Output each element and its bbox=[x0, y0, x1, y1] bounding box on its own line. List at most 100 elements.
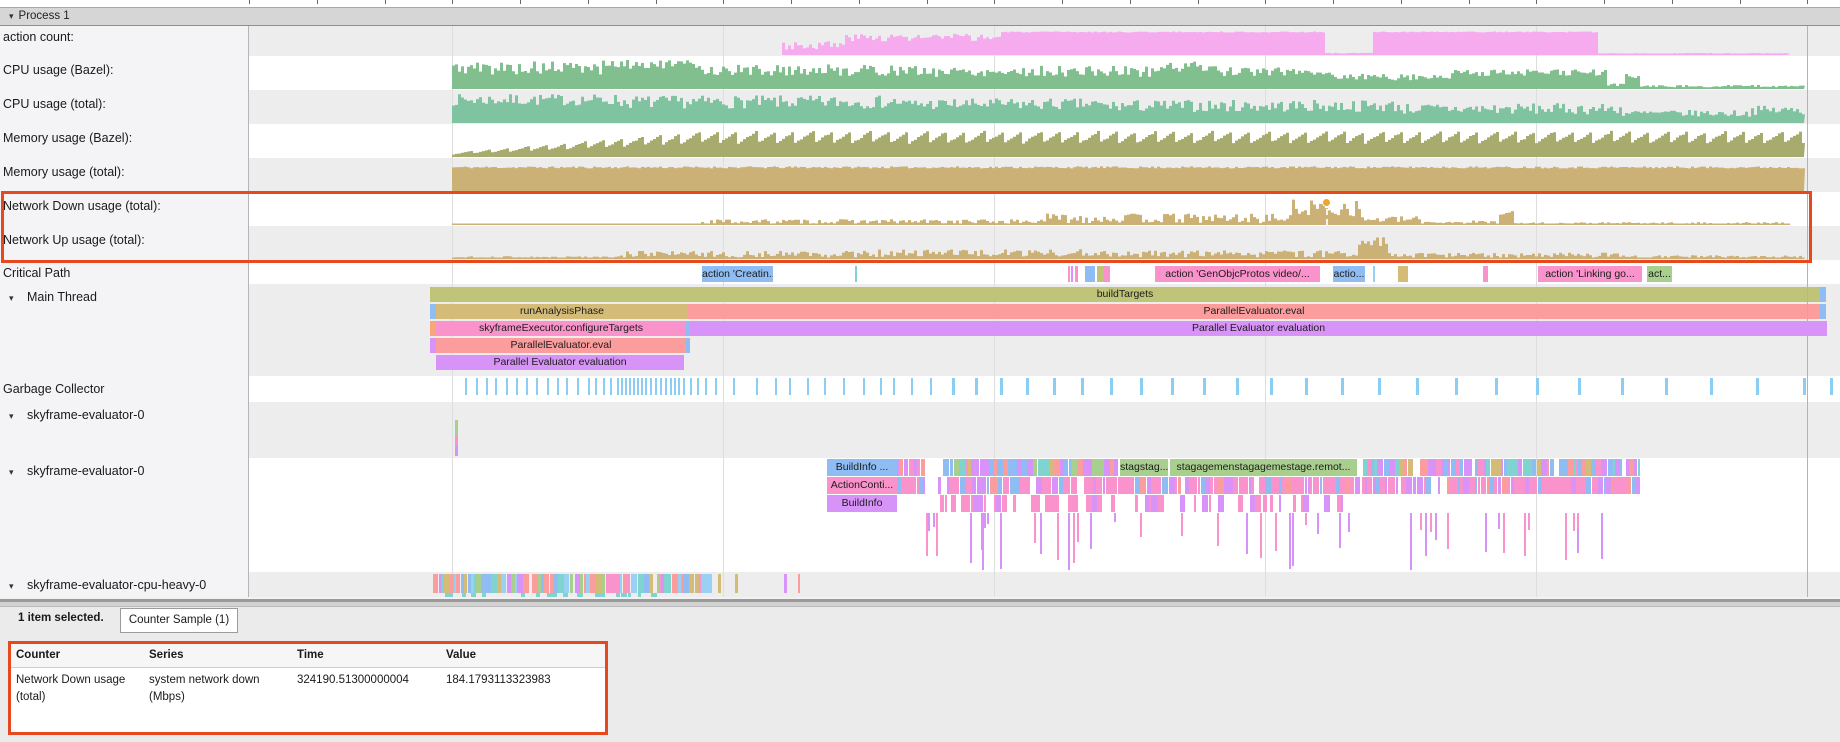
expander-icon[interactable]: ▾ bbox=[9, 581, 27, 592]
gc-event-tick[interactable] bbox=[1378, 378, 1381, 395]
trace-span[interactable]: Parallel Evaluator evaluation bbox=[690, 321, 1827, 336]
trace-span-sliver[interactable] bbox=[917, 459, 920, 476]
trace-span-sliver[interactable] bbox=[718, 574, 721, 593]
trace-span-sliver[interactable] bbox=[1068, 266, 1070, 282]
trace-span-sliver[interactable] bbox=[1218, 495, 1224, 512]
trace-span-sliver[interactable] bbox=[1636, 477, 1640, 494]
track-label-critical-path[interactable]: Critical Path bbox=[0, 266, 251, 280]
trace-span-sliver[interactable] bbox=[1114, 459, 1118, 476]
expander-icon[interactable]: ▾ bbox=[9, 467, 27, 478]
gc-event-tick[interactable] bbox=[705, 378, 707, 395]
gc-event-tick[interactable] bbox=[697, 378, 699, 395]
trace-span-sliver[interactable] bbox=[1194, 495, 1196, 512]
trace-span-sliver[interactable] bbox=[1460, 459, 1463, 476]
track-row-cpu-total[interactable] bbox=[249, 90, 1840, 124]
gc-event-tick[interactable] bbox=[625, 378, 627, 395]
gc-event-tick[interactable] bbox=[775, 378, 777, 395]
trace-span-sliver[interactable] bbox=[972, 477, 976, 494]
trace-span-sliver[interactable] bbox=[912, 477, 916, 494]
trace-span-sliver[interactable] bbox=[1263, 495, 1267, 512]
trace-span-sliver[interactable] bbox=[1104, 266, 1110, 282]
trace-span[interactable]: runAnalysisPhase bbox=[436, 304, 688, 319]
selected-sample-marker[interactable] bbox=[1322, 198, 1331, 207]
trace-span-sliver[interactable] bbox=[1175, 477, 1177, 494]
gc-event-tick[interactable] bbox=[1536, 378, 1539, 395]
track-label-main-thread[interactable]: ▾Main Thread bbox=[0, 290, 248, 304]
gc-event-tick[interactable] bbox=[506, 378, 508, 395]
gc-event-tick[interactable] bbox=[595, 378, 597, 395]
trace-span-sliver[interactable] bbox=[1634, 459, 1637, 476]
trace-span-sliver[interactable] bbox=[1466, 459, 1472, 476]
trace-span-sliver[interactable] bbox=[1341, 495, 1343, 512]
gc-event-tick[interactable] bbox=[650, 378, 652, 395]
gc-event-tick[interactable] bbox=[577, 378, 579, 395]
trace-span-sliver[interactable] bbox=[1140, 477, 1146, 494]
trace-span-sliver[interactable] bbox=[1129, 477, 1134, 494]
trace-span-sliver[interactable] bbox=[1161, 495, 1164, 512]
gc-event-tick[interactable] bbox=[1455, 378, 1458, 395]
gc-event-tick[interactable] bbox=[1578, 378, 1581, 395]
trace-span-sliver[interactable] bbox=[1324, 495, 1330, 512]
trace-span-sliver[interactable] bbox=[526, 574, 529, 593]
gc-event-tick[interactable] bbox=[547, 378, 549, 395]
gc-event-tick[interactable] bbox=[645, 378, 647, 395]
trace-span-sliver[interactable] bbox=[1406, 477, 1412, 494]
trace-span-sliver[interactable] bbox=[1620, 459, 1622, 476]
trace-span-sliver[interactable] bbox=[1820, 287, 1826, 302]
trace-span[interactable]: skyframeExecutor.configureTargets bbox=[436, 321, 686, 336]
trace-span-sliver[interactable] bbox=[580, 574, 583, 593]
trace-span-sliver[interactable] bbox=[564, 574, 569, 593]
trace-span-sliver[interactable] bbox=[1255, 495, 1261, 512]
trace-span[interactable]: stagstag... bbox=[1120, 459, 1168, 476]
trace-span-sliver[interactable] bbox=[1068, 477, 1070, 494]
trace-span-sliver[interactable] bbox=[923, 477, 925, 494]
trace-span-sliver[interactable] bbox=[735, 574, 738, 593]
gc-event-tick[interactable] bbox=[516, 378, 518, 395]
trace-span-sliver[interactable] bbox=[1052, 477, 1058, 494]
trace-span-sliver[interactable] bbox=[1310, 477, 1312, 494]
trace-span-sliver[interactable] bbox=[1210, 477, 1213, 494]
trace-span-sliver[interactable] bbox=[1498, 477, 1501, 494]
trace-span-sliver[interactable] bbox=[1305, 477, 1307, 494]
track-label-action-count[interactable]: action count: bbox=[0, 30, 251, 44]
trace-span-sliver[interactable] bbox=[1398, 266, 1408, 282]
gc-event-tick[interactable] bbox=[536, 378, 538, 395]
trace-span-sliver[interactable] bbox=[1438, 477, 1440, 494]
trace-span[interactable]: action 'Linking go... bbox=[1538, 266, 1642, 282]
trace-span-sliver[interactable] bbox=[1417, 477, 1423, 494]
gc-event-tick[interactable] bbox=[637, 378, 639, 395]
gc-event-tick[interactable] bbox=[1203, 378, 1206, 395]
gc-event-tick[interactable] bbox=[1665, 378, 1668, 395]
track-label-net-down[interactable]: Network Down usage (total): bbox=[0, 199, 251, 213]
trace-span-sliver[interactable] bbox=[923, 459, 925, 476]
trace-span-sliver[interactable] bbox=[784, 574, 787, 593]
trace-span-sliver[interactable] bbox=[1377, 459, 1383, 476]
gc-event-tick[interactable] bbox=[1236, 378, 1239, 395]
trace-span-sliver[interactable] bbox=[1601, 459, 1607, 476]
process-header[interactable]: ▾Process 1 bbox=[0, 7, 1840, 26]
trace-span-sliver[interactable] bbox=[1071, 477, 1077, 494]
trace-span-sliver[interactable] bbox=[1180, 495, 1185, 512]
gc-event-tick[interactable] bbox=[621, 378, 623, 395]
trace-span-sliver[interactable] bbox=[1243, 477, 1248, 494]
trace-span-sliver[interactable] bbox=[1518, 459, 1522, 476]
track-label-skyframe-evaluator-0-a[interactable]: ▾skyframe-evaluator-0 bbox=[0, 408, 248, 422]
trace-span-sliver[interactable] bbox=[798, 574, 800, 593]
trace-span-sliver[interactable] bbox=[1238, 495, 1243, 512]
trace-span-sliver[interactable] bbox=[1355, 477, 1360, 494]
gc-event-tick[interactable] bbox=[690, 378, 692, 395]
gc-event-tick[interactable] bbox=[1621, 378, 1624, 395]
trace-span-sliver[interactable] bbox=[1396, 477, 1398, 494]
trace-span-sliver[interactable] bbox=[1112, 477, 1117, 494]
trace-span-sliver[interactable] bbox=[1385, 477, 1387, 494]
trace-span-sliver[interactable] bbox=[1298, 477, 1304, 494]
track-label-garbage-collector[interactable]: Garbage Collector bbox=[0, 382, 251, 396]
trace-span-sliver[interactable] bbox=[1483, 266, 1488, 282]
trace-span-sliver[interactable] bbox=[1251, 477, 1254, 494]
gc-event-tick[interactable] bbox=[566, 378, 568, 395]
trace-span-sliver[interactable] bbox=[1064, 459, 1068, 476]
trace-span[interactable]: ParallelEvaluator.eval bbox=[688, 304, 1820, 319]
gc-event-tick[interactable] bbox=[1171, 378, 1174, 395]
gc-event-tick[interactable] bbox=[1110, 378, 1113, 395]
gc-event-tick[interactable] bbox=[678, 378, 680, 395]
